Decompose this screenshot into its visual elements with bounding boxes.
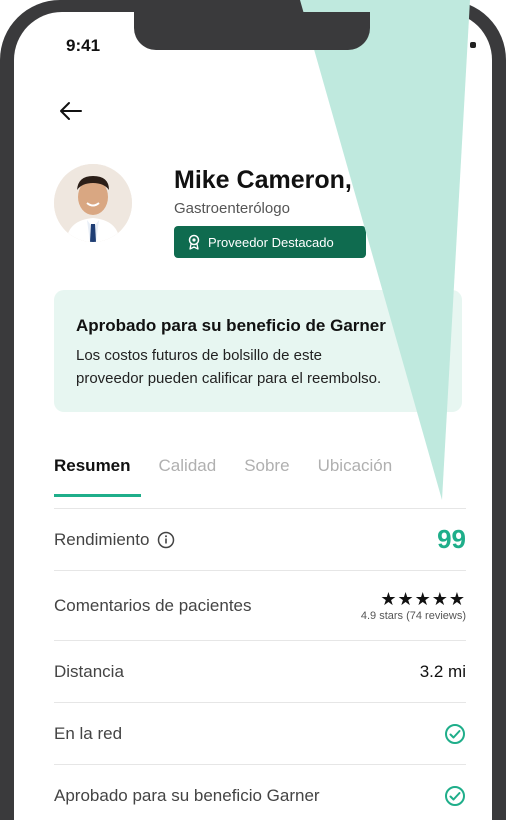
reviews-rating[interactable]: ★★★★★ 4.9 stars (74 reviews) [361,589,466,622]
phone-notch [134,12,370,50]
award-icon [188,234,200,250]
tab-bar: Resumen Calidad Sobre Ubicación [54,456,462,500]
battery-icon [470,42,476,48]
tab-sobre[interactable]: Sobre [244,456,317,476]
distance-label: Distancia [54,661,124,681]
performance-label: Rendimiento [54,529,150,549]
provider-name: Mike Cameron, MD [174,166,398,194]
row-reviews: Comentarios de pacientes ★★★★★ 4.9 stars… [54,570,466,640]
row-approved-benefit: Aprobado para su beneficio Garner [54,764,466,820]
arrow-left-icon [60,102,82,120]
benefit-title: Aprobado para su beneficio de Garner [76,316,386,335]
check-circle-icon [445,723,465,744]
in-network-label: En la red [54,723,123,743]
row-distance: Distancia 3.2 mi [54,640,466,702]
back-button[interactable] [56,98,86,124]
provider-specialty: Gastroenterólogo [174,200,290,217]
tab-resumen[interactable]: Resumen [54,456,159,497]
benefit-line-1: Los costos futuros de bolsillo de este [76,347,322,364]
row-performance: Rendimiento 99 [54,508,466,570]
approved-benefit-label: Aprobado para su beneficio Garner [54,785,320,805]
avatar [54,164,132,242]
tab-calidad[interactable]: Calidad [159,456,245,476]
row-in-network: En la red [54,702,466,764]
distance-value: 3.2 mi [419,661,466,681]
performance-score: 99 [437,524,466,554]
reviews-summary: 4.9 stars (74 reviews) [360,610,466,622]
info-icon[interactable] [157,531,175,549]
summary-list: Rendimiento 99 Comentarios de pacientes … [54,508,466,820]
featured-badge-label: Proveedor Destacado [208,234,334,250]
check-circle-icon [445,785,465,806]
status-time: 9:41 [66,36,101,55]
star-rating-icon: ★★★★★ [380,589,466,609]
featured-provider-badge: Proveedor Destacado [174,226,366,258]
tab-ubicacion[interactable]: Ubicación [318,456,421,476]
benefit-card: Aprobado para su beneficio de Garner Los… [54,290,462,412]
benefit-line-2: proveedor pueden calificar para el reemb… [76,370,382,387]
reviews-label: Comentarios de pacientes [54,595,252,615]
